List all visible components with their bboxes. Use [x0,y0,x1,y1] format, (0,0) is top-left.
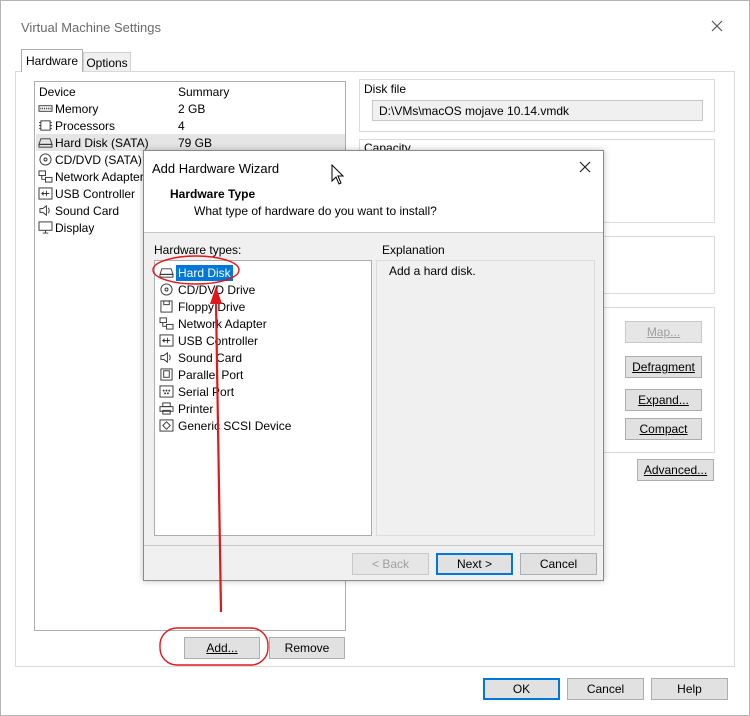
tab-hardware[interactable]: Hardware [21,49,83,72]
hardware-type-usb-controller[interactable]: USB Controller [158,332,260,349]
disk-file-label: Disk file [364,82,407,96]
disk-file-value: D:\VMs\macOS mojave 10.14.vmdk [379,104,570,118]
wizard-next-button[interactable]: Next > [436,553,513,575]
hardware-type-scsi-device[interactable]: Generic SCSI Device [158,417,293,434]
scsi-device-icon [158,419,174,433]
floppy-icon [158,300,174,314]
usb-controller-icon [37,187,53,201]
printer-icon [158,402,174,416]
processor-icon [37,119,53,133]
disk-file-group: Disk file D:\VMs\macOS mojave 10.14.vmdk [359,79,715,132]
device-column-header: Device [39,85,76,99]
hardware-type-sound-card[interactable]: Sound Card [158,349,244,366]
defragment-button[interactable]: Defragment [625,356,702,378]
hardware-type-label: Sound Card [178,350,243,365]
ok-button[interactable]: OK [483,678,560,700]
wizard-title: Add Hardware Wizard [152,161,280,176]
summary-column-header: Summary [178,85,230,99]
hardware-type-cd-dvd[interactable]: CD/DVD Drive [158,281,257,298]
tab-label: Options [86,55,128,70]
hardware-type-label: Network Adapter [178,316,267,331]
wizard-header: Hardware Type What type of hardware do y… [144,183,603,233]
map-button[interactable]: Map... [625,321,702,343]
cancel-button[interactable]: Cancel [567,678,644,700]
mouse-cursor-icon [331,163,345,189]
device-row-network-adapter[interactable]: Network Adapter [37,168,144,185]
device-row-memory[interactable]: Memory [37,100,98,117]
remove-device-button[interactable]: Remove [269,637,345,659]
device-row-processors[interactable]: Processors [37,117,115,134]
tab-options[interactable]: Options [83,52,131,72]
wizard-subheading: What type of hardware do you want to ins… [194,204,437,218]
explanation-label: Explanation [382,243,445,257]
display-icon [37,221,53,235]
device-name: Display [55,220,95,235]
help-button[interactable]: Help [651,678,728,700]
cd-dvd-icon [158,283,174,297]
window-title: Virtual Machine Settings [21,20,161,35]
device-name: Hard Disk (SATA) [55,135,149,150]
device-row-sound-card[interactable]: Sound Card [37,202,119,219]
device-name: USB Controller [55,186,136,201]
hard-disk-icon [37,136,53,150]
hardware-type-hard-disk[interactable]: Hard Disk [158,264,233,281]
device-summary: 4 [178,119,185,133]
hardware-type-parallel-port[interactable]: Parallel Port [158,366,245,383]
device-name: CD/DVD (SATA) [55,152,142,167]
wizard-cancel-button[interactable]: Cancel [520,553,597,575]
explanation-box: Add a hard disk. [376,260,595,536]
hardware-type-label: USB Controller [178,333,259,348]
wizard-heading: Hardware Type [170,187,256,201]
hardware-type-label: Floppy Drive [178,299,246,314]
hardware-type-printer[interactable]: Printer [158,400,215,417]
wizard-footer-divider [144,545,603,546]
device-name: Sound Card [55,203,120,218]
hardware-type-serial-port[interactable]: Serial Port [158,383,236,400]
usb-controller-icon [158,334,174,348]
serial-port-icon [158,385,174,399]
hardware-type-label: Parallel Port [178,367,244,382]
hardware-type-label: CD/DVD Drive [178,282,256,297]
memory-icon [37,102,53,116]
close-icon[interactable] [576,158,594,176]
hardware-type-label: Printer [178,401,214,416]
parallel-port-icon [158,368,174,382]
add-hardware-wizard-dialog: Add Hardware Wizard Hardware Type What t… [143,150,604,581]
device-summary: 79 GB [178,136,213,150]
hard-disk-icon [158,266,174,280]
disk-file-field: D:\VMs\macOS mojave 10.14.vmdk [372,100,703,121]
device-name: Network Adapter [55,169,144,184]
cd-dvd-icon [37,153,53,167]
explanation-text: Add a hard disk. [389,264,476,278]
device-row-hard-disk[interactable]: Hard Disk (SATA) [37,134,149,151]
sound-card-icon [37,204,53,218]
add-device-button[interactable]: Add... [184,637,260,659]
device-row-display[interactable]: Display [37,219,94,236]
hardware-types-list[interactable]: Hard Disk CD/DVD Drive Floppy Drive Netw… [154,260,372,536]
hardware-type-label: Serial Port [178,384,235,399]
device-summary: 2 GB [178,102,206,116]
device-row-usb-controller[interactable]: USB Controller [37,185,135,202]
hardware-types-label: Hardware types: [154,243,242,257]
hardware-type-label: Hard Disk [176,264,233,281]
close-icon[interactable] [708,17,726,35]
expand-button[interactable]: Expand... [625,389,702,411]
device-name: Processors [55,118,116,133]
compact-button[interactable]: Compact [625,418,702,440]
hardware-type-network-adapter[interactable]: Network Adapter [158,315,269,332]
wizard-back-button[interactable]: < Back [352,553,429,575]
advanced-button[interactable]: Advanced... [637,459,714,481]
hardware-type-label: Generic SCSI Device [178,418,292,433]
device-name: Memory [55,101,99,116]
tab-label: Hardware [25,54,79,68]
device-row-cd-dvd[interactable]: CD/DVD (SATA) [37,151,142,168]
network-adapter-icon [37,170,53,184]
hardware-type-floppy[interactable]: Floppy Drive [158,298,247,315]
network-adapter-icon [158,317,174,331]
sound-card-icon [158,351,174,365]
